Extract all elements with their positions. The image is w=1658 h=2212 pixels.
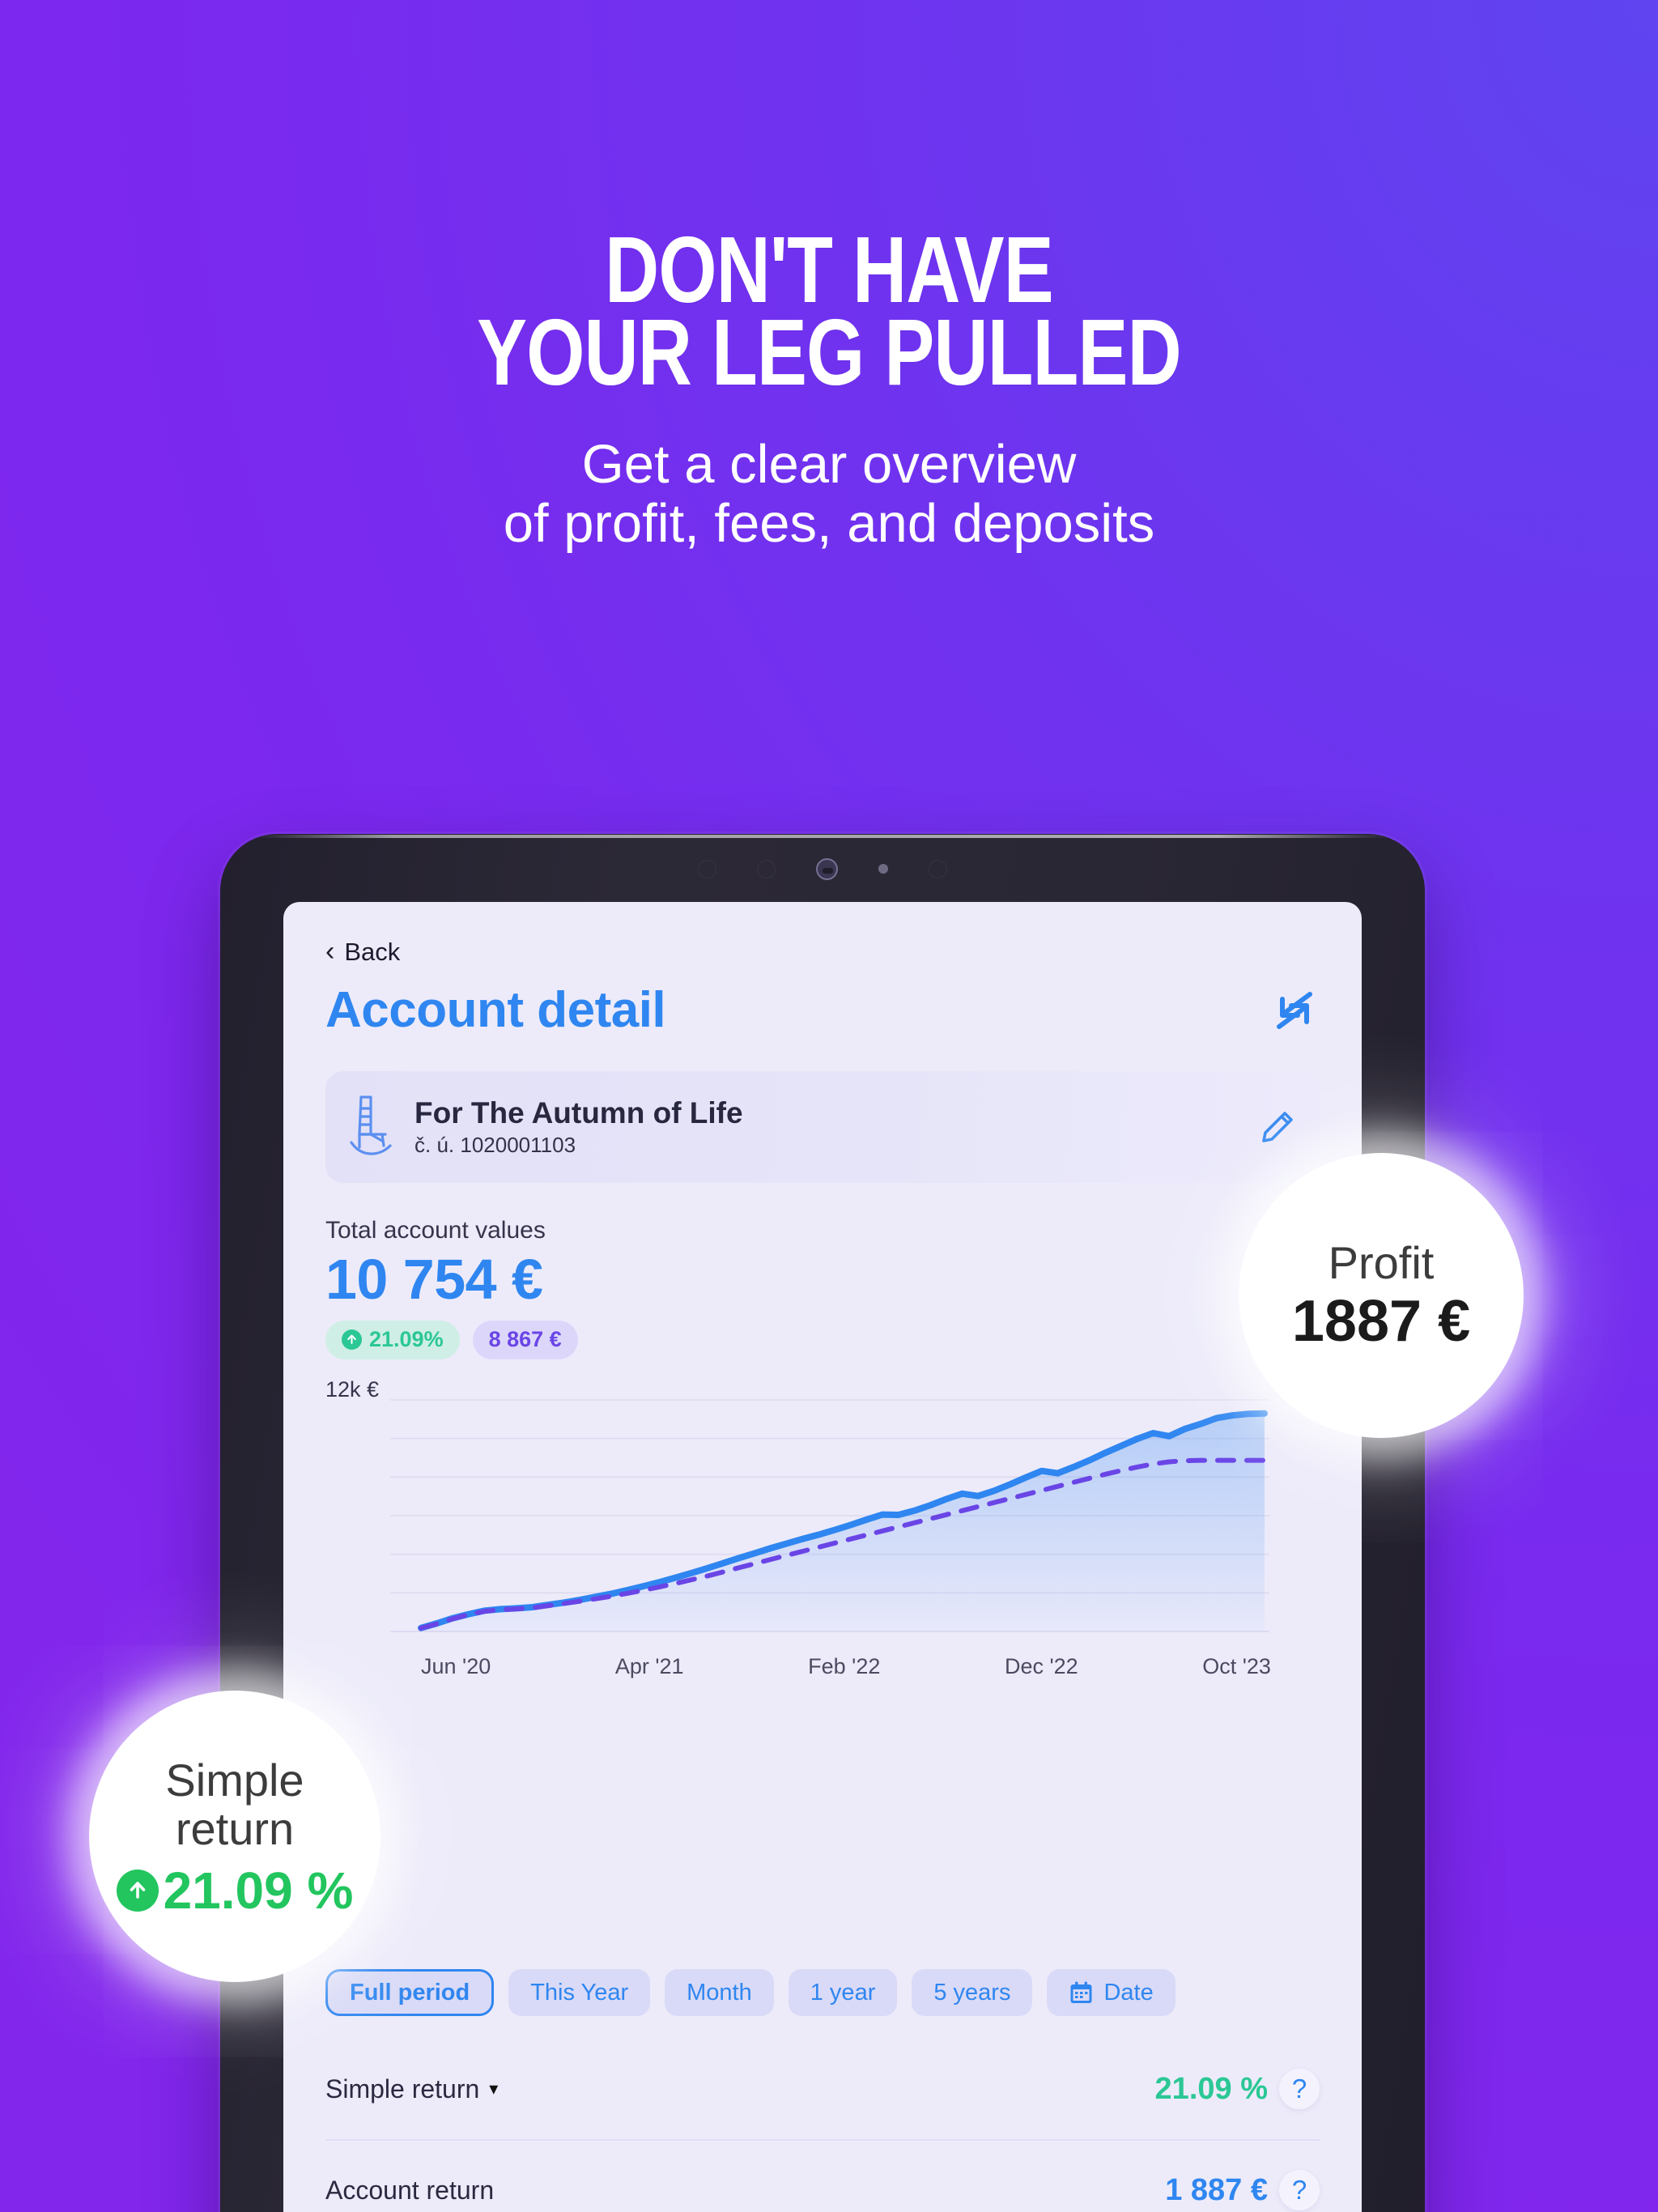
help-icon[interactable]: ?: [1279, 2170, 1320, 2210]
chevron-down-icon[interactable]: ▾: [489, 2078, 498, 2099]
chip-this-year[interactable]: This Year: [508, 1969, 651, 2016]
chip-label: Date: [1103, 1979, 1154, 2006]
totals-block: Total account values 10 754 € 21.09% 8 8…: [325, 1217, 1320, 1359]
callout-simple-return: Simple return 21.09 %: [89, 1691, 380, 1982]
chart-x-tick: Jun '20: [421, 1653, 491, 1678]
stat-value: 1 887 €: [1165, 2172, 1268, 2207]
chart-x-tick: Apr '21: [614, 1653, 684, 1678]
chip-1-year[interactable]: 1 year: [788, 1969, 898, 2016]
ambient-sensor-icon: [878, 864, 888, 874]
chip-label: This Year: [530, 1979, 629, 2006]
page-title: Account detail: [325, 982, 666, 1038]
chip-month[interactable]: Month: [665, 1969, 774, 2016]
stats-list: Simple return ▾ 21.09 %? Account return 1 88…: [325, 2039, 1320, 2212]
account-number: č. ú. 1020001103: [414, 1133, 576, 1158]
account-card[interactable]: For The Autumn of Life č. ú. 1020001103: [325, 1071, 1320, 1183]
help-icon[interactable]: ?: [1279, 2069, 1320, 2109]
sensor-ring-icon: [757, 859, 776, 878]
chart-x-tick: Dec '22: [1004, 1653, 1078, 1678]
callout-return-value: 21.09 %: [163, 1861, 354, 1921]
back-button[interactable]: ‹ Back: [325, 938, 1320, 967]
chip-5-years[interactable]: 5 years: [912, 1969, 1033, 2016]
promo-headline: DON'T HAVE YOUR LEG PULLED: [477, 217, 1181, 406]
rocking-chair-icon: [350, 1095, 392, 1155]
stat-label: Account return: [325, 2175, 495, 2205]
header-row: Account detail: [325, 981, 1320, 1039]
callout-return-row: 21.09 %: [116, 1861, 354, 1921]
app-container: ‹ Back Account detail For The Autumn of …: [283, 902, 1362, 2212]
chevron-left-icon: ‹: [325, 935, 335, 967]
pencil-icon[interactable]: [1260, 1109, 1295, 1145]
chip-label: Month: [687, 1979, 752, 2006]
performance-chart[interactable]: 12k € Jun '20 Apr '21 Feb '22 Dec '22 Oct '2…: [325, 1377, 1320, 1678]
stat-value-group: 21.09 %?: [1155, 2069, 1320, 2109]
stat-label: Simple return: [325, 2074, 480, 2104]
tablet-screen: ‹ Back Account detail For The Autumn of …: [283, 902, 1362, 2212]
stat-row[interactable]: Simple return ▾ 21.09 %?: [325, 2039, 1320, 2139]
status-badge-amount: 8 867 €: [472, 1320, 578, 1359]
callout-return-label: Simple return: [165, 1754, 304, 1854]
period-filter-chips: Full period This Year Month 1 year 5 years Da…: [325, 1969, 1175, 2016]
chart-x-tick: Oct '23: [1202, 1653, 1271, 1678]
stat-value-group: 1 887 €?: [1165, 2170, 1320, 2210]
totals-label: Total account values: [325, 1217, 546, 1244]
promo-subheadline: Get a clear overview of profit, fees, an…: [503, 434, 1155, 554]
chip-label: 1 year: [810, 1979, 876, 2006]
stat-value: 21.09 %: [1154, 2071, 1268, 2106]
promo-block: DON'T HAVE YOUR LEG PULLED Get a clear o…: [0, 0, 1658, 553]
chip-label: Full period: [350, 1979, 470, 2006]
tablet-device: ‹ Back Account detail For The Autumn of …: [220, 834, 1431, 2212]
stat-label-group: Simple return ▾: [325, 2074, 498, 2104]
badge-percent-label: 21.09%: [369, 1327, 444, 1352]
callout-profit: Profit 1887 €: [1239, 1153, 1524, 1438]
sensor-cluster: [220, 849, 1425, 889]
totals-value: 10 754 €: [325, 1248, 543, 1311]
chart-area-fill: [421, 1413, 1265, 1631]
back-label: Back: [344, 938, 401, 966]
sensor-ring-icon: [929, 859, 947, 878]
stat-label-group: Account return: [325, 2176, 494, 2206]
account-text: For The Autumn of Life č. ú. 1020001103: [414, 1096, 1239, 1158]
badge-amount-label: 8 867 €: [488, 1327, 562, 1352]
callout-profit-label: Profit: [1328, 1237, 1435, 1288]
chart-x-axis: Jun '20 Apr '21 Feb '22 Dec '22 Oct '23: [421, 1654, 1271, 1679]
chart-x-tick: Feb '22: [808, 1653, 881, 1678]
chart-canvas: [390, 1398, 1269, 1632]
totals-badges: 21.09% 8 867 €: [325, 1320, 1320, 1359]
stat-row[interactable]: Account return 1 887 €?: [325, 2139, 1320, 2212]
front-camera-icon: [816, 857, 838, 880]
chip-label: 5 years: [933, 1979, 1011, 2006]
account-name: For The Autumn of Life: [414, 1095, 743, 1129]
status-badge-percent: 21.09%: [325, 1320, 460, 1359]
arrow-up-icon: [342, 1329, 362, 1351]
swap-arrows-icon[interactable]: [1269, 988, 1320, 1033]
chip-full-period[interactable]: Full period: [325, 1969, 495, 2016]
chip-date[interactable]: Date: [1047, 1969, 1175, 2016]
arrow-up-icon: [116, 1870, 159, 1912]
calendar-icon: [1070, 1981, 1092, 2003]
callout-profit-value: 1887 €: [1291, 1289, 1471, 1354]
sensor-ring-icon: [698, 859, 716, 878]
